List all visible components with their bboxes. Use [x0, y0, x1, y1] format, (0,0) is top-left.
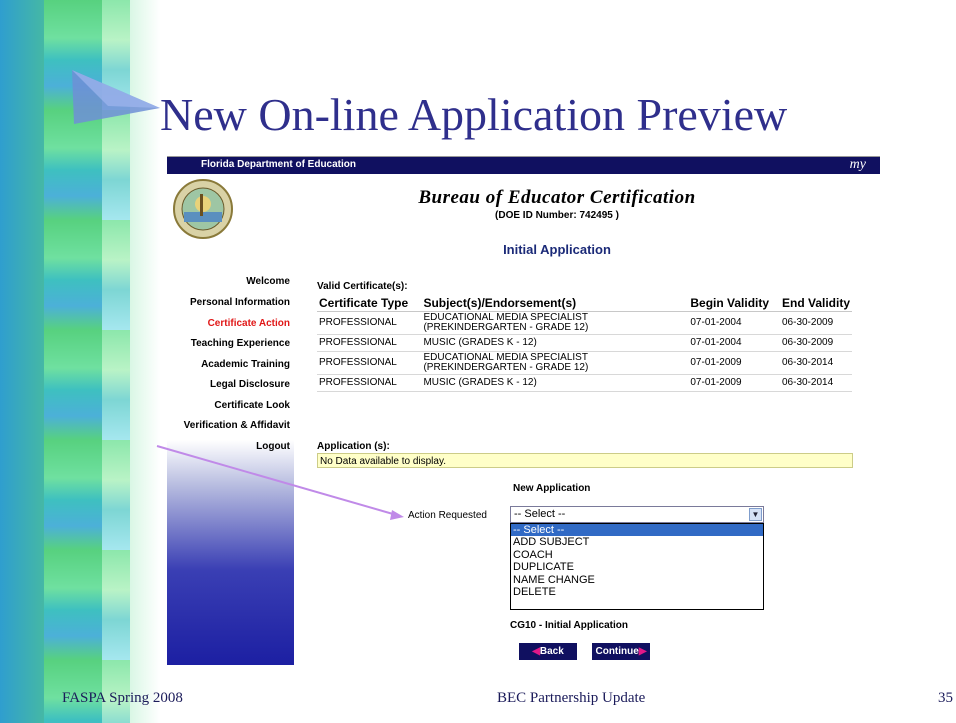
chevron-down-icon[interactable]: ▼ [749, 508, 762, 521]
cell-end: 06-30-2014 [779, 374, 852, 392]
cell-end: 06-30-2014 [779, 351, 852, 375]
cell-end: 06-30-2009 [779, 311, 852, 335]
footer-center-text: BEC Partnership Update [497, 690, 646, 706]
cell-begin: 07-01-2004 [688, 334, 780, 352]
back-button-label: Back [539, 646, 564, 657]
continue-button-label: Continue [595, 646, 639, 657]
col-header-begin: Begin Validity [688, 295, 780, 312]
back-button[interactable]: ◀Back [519, 643, 577, 660]
cell-type: PROFESSIONAL [317, 311, 422, 335]
action-requested-select[interactable]: -- Select -- ▼ [510, 506, 764, 523]
bureau-title: Bureau of Educator Certification [418, 187, 696, 208]
nav-item-welcome[interactable]: Welcome [246, 276, 290, 287]
subject-line: (PREKINDERGARTEN - GRADE 12) [423, 362, 589, 373]
slide-title: New On-line Application Preview [160, 89, 788, 140]
doe-id-number: (DOE ID Number: 742495 ) [495, 210, 619, 221]
dropdown-option-duplicate[interactable]: DUPLICATE [511, 561, 763, 573]
site-banner: Florida Department of Education my [167, 157, 880, 174]
slide-number: 35 [938, 690, 953, 706]
valid-certificates-label: Valid Certificate(s): [317, 281, 408, 292]
back-arrow-icon: ◀ [532, 646, 540, 657]
cell-type: PROFESSIONAL [317, 374, 422, 392]
nav-item-legal-disclosure[interactable]: Legal Disclosure [210, 379, 290, 390]
embedded-webpage: Florida Department of Education my Burea… [167, 156, 880, 665]
brand-logo: my [849, 157, 866, 172]
select-current-value: -- Select -- [514, 508, 566, 520]
dropdown-option-add-subject[interactable]: ADD SUBJECT [511, 536, 763, 548]
col-header-end: End Validity [779, 295, 852, 312]
nav-item-verification-affidavit[interactable]: Verification & Affidavit [184, 420, 290, 431]
sidebar-nav: Welcome Personal Information Certificate… [167, 270, 294, 665]
dropdown-option-delete[interactable]: DELETE [511, 586, 763, 598]
table-row: PROFESSIONAL MUSIC (GRADES K - 12) 07-01… [317, 374, 852, 392]
cell-type: PROFESSIONAL [317, 351, 422, 375]
cell-type: PROFESSIONAL [317, 334, 422, 352]
cell-begin: 07-01-2009 [688, 351, 780, 375]
nav-item-logout[interactable]: Logout [256, 441, 290, 452]
page-subtitle: Initial Application [503, 242, 611, 257]
cell-subject: MUSIC (GRADES K - 12) [421, 374, 689, 392]
table-row: PROFESSIONAL EDUCATIONAL MEDIA SPECIALIS… [317, 351, 852, 375]
col-header-subject: Subject(s)/Endorsement(s) [421, 295, 689, 312]
nav-item-personal-information[interactable]: Personal Information [190, 297, 290, 308]
cell-subject: EDUCATIONAL MEDIA SPECIALIST (PREKINDERGA… [421, 311, 689, 335]
new-application-heading: New Application [513, 483, 591, 494]
state-seal-icon [173, 179, 233, 239]
cell-begin: 07-01-2009 [688, 374, 780, 392]
slide-arrow-icon [72, 70, 160, 124]
dropdown-option-select[interactable]: -- Select -- [511, 524, 763, 537]
table-header-row: Certificate Type Subject(s)/Endorsement(… [317, 295, 852, 312]
action-dropdown-list: -- Select -- ADD SUBJECT COACH DUPLICATE… [510, 523, 764, 610]
nav-item-teaching-experience[interactable]: Teaching Experience [191, 338, 290, 349]
cell-subject: MUSIC (GRADES K - 12) [421, 334, 689, 352]
cell-begin: 07-01-2004 [688, 311, 780, 335]
org-name: Florida Department of Education [201, 159, 357, 170]
subject-line: (PREKINDERGARTEN - GRADE 12) [423, 322, 589, 333]
applications-label: Application (s): [317, 441, 390, 452]
cell-subject: EDUCATIONAL MEDIA SPECIALIST (PREKINDERGA… [421, 351, 689, 375]
nav-item-certificate-look[interactable]: Certificate Look [214, 400, 290, 411]
form-code-label: CG10 - Initial Application [510, 620, 628, 631]
dropdown-option-coach[interactable]: COACH [511, 549, 763, 561]
col-header-type: Certificate Type [317, 295, 422, 312]
nav-item-certificate-action[interactable]: Certificate Action [208, 318, 290, 329]
table-row: PROFESSIONAL MUSIC (GRADES K - 12) 07-01… [317, 334, 852, 352]
continue-arrow-icon: ▶ [638, 646, 647, 657]
dropdown-option-name-change[interactable]: NAME CHANGE [511, 574, 763, 586]
applications-empty-message: No Data available to display. [317, 453, 853, 468]
cell-end: 06-30-2009 [779, 334, 852, 352]
continue-button[interactable]: Continue▶ [592, 643, 650, 660]
footer-left-text: FASPA Spring 2008 [62, 690, 183, 706]
nav-item-academic-training[interactable]: Academic Training [201, 359, 290, 370]
table-row: PROFESSIONAL EDUCATIONAL MEDIA SPECIALIS… [317, 311, 852, 335]
certificates-table: Certificate Type Subject(s)/Endorsement(… [317, 295, 852, 392]
action-requested-label: Action Requested [408, 510, 487, 521]
